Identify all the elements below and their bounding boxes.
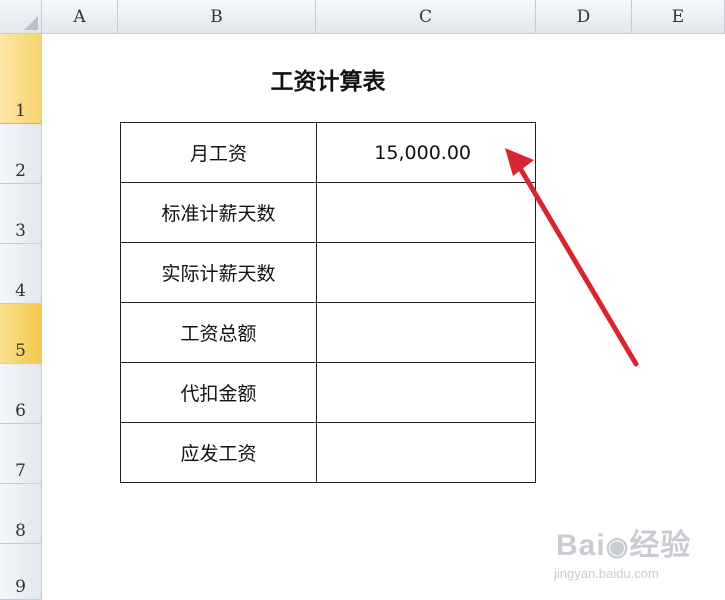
baidu-watermark: Bai◉经验 jingyan.baidu.com (548, 520, 718, 590)
watermark-url: jingyan.baidu.com (554, 566, 659, 581)
baidu-logo-icon: Bai◉经验 (556, 529, 692, 562)
spreadsheet: A B C D E 1 2 3 4 5 6 7 8 9 工资计算表 月工资 15… (0, 0, 725, 600)
red-arrow-annotation (505, 148, 639, 367)
